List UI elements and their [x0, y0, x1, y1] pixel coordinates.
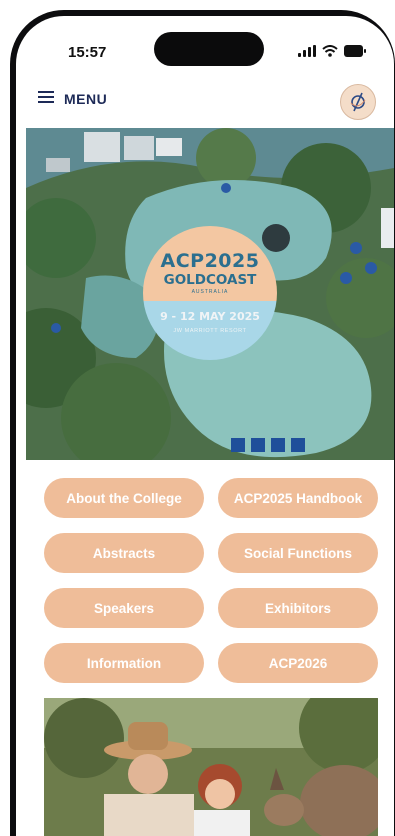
- handbook-button[interactable]: ACP2025 Handbook: [218, 478, 378, 518]
- signal-icon: [298, 44, 316, 62]
- event-badge: ACP2025 GOLDCOAST AUSTRALIA 9 - 12 MAY 2…: [143, 226, 277, 360]
- hamburger-icon: [38, 90, 54, 108]
- dynamic-island: [154, 32, 264, 66]
- badge-venue: JW MARRIOTT RESORT: [173, 328, 247, 334]
- abstracts-button[interactable]: Abstracts: [44, 533, 204, 573]
- badge-subtitle: GOLDCOAST: [163, 272, 257, 288]
- status-icons: [298, 44, 366, 62]
- badge-title: ACP2025: [160, 250, 260, 272]
- menu-button[interactable]: MENU: [38, 90, 107, 108]
- acp2026-button[interactable]: ACP2026: [218, 643, 378, 683]
- about-college-button[interactable]: About the College: [44, 478, 204, 518]
- battery-icon: [344, 44, 366, 62]
- exhibitors-button[interactable]: Exhibitors: [218, 588, 378, 628]
- promo-photo: [44, 698, 378, 836]
- menu-label: MENU: [64, 91, 108, 107]
- speakers-button[interactable]: Speakers: [44, 588, 204, 628]
- college-logo-icon[interactable]: [340, 84, 376, 120]
- badge-dates: 9 - 12 MAY 2025: [160, 310, 260, 323]
- status-time: 15:57: [68, 44, 107, 61]
- navigation-buttons: About the College ACP2025 Handbook Abstr…: [44, 478, 378, 683]
- hero-image: ACP2025 GOLDCOAST AUSTRALIA 9 - 12 MAY 2…: [26, 128, 394, 460]
- status-bar: 15:57: [16, 16, 394, 80]
- badge-country: AUSTRALIA: [191, 289, 229, 295]
- social-functions-button[interactable]: Social Functions: [218, 533, 378, 573]
- phone-screen: 15:57 MENU ACP2025 GOLDCOAST AUSTRALIA 9…: [16, 16, 394, 836]
- wifi-icon: [322, 44, 338, 62]
- information-button[interactable]: Information: [44, 643, 204, 683]
- nav-bar: MENU: [16, 80, 394, 128]
